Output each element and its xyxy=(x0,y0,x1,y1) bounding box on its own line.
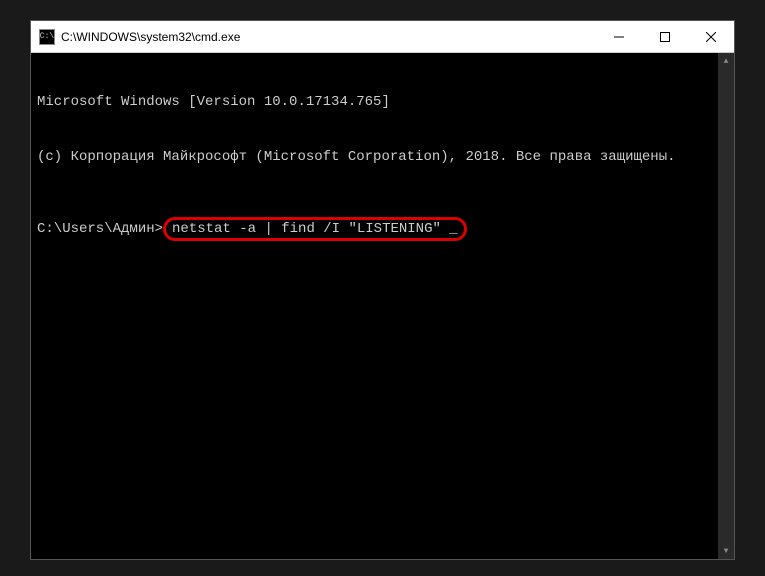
cmd-icon: C:\ xyxy=(39,29,55,45)
cmd-window: C:\ C:\WINDOWS\system32\cmd.exe Microsof… xyxy=(30,20,735,560)
window-title: C:\WINDOWS\system32\cmd.exe xyxy=(61,30,596,44)
version-line: Microsoft Windows [Version 10.0.17134.76… xyxy=(37,93,728,111)
terminal-area[interactable]: Microsoft Windows [Version 10.0.17134.76… xyxy=(31,53,734,559)
prompt-line: C:\Users\Админ>netstat -a | find /I "LIS… xyxy=(37,217,728,241)
maximize-button[interactable] xyxy=(642,21,688,52)
window-controls xyxy=(596,21,734,52)
scroll-up-arrow-icon[interactable]: ▲ xyxy=(718,53,734,69)
maximize-icon xyxy=(660,32,670,42)
vertical-scrollbar[interactable]: ▲ ▼ xyxy=(718,53,734,559)
prompt-text: C:\Users\Админ> xyxy=(37,220,163,238)
cmd-icon-text: C:\ xyxy=(40,33,54,41)
close-icon xyxy=(706,32,716,42)
minimize-button[interactable] xyxy=(596,21,642,52)
close-button[interactable] xyxy=(688,21,734,52)
scroll-down-arrow-icon[interactable]: ▼ xyxy=(718,543,734,559)
titlebar[interactable]: C:\ C:\WINDOWS\system32\cmd.exe xyxy=(31,21,734,53)
copyright-line: (c) Корпорация Майкрософт (Microsoft Cor… xyxy=(37,148,728,166)
command-highlight: netstat -a | find /I "LISTENING" _ xyxy=(163,217,467,241)
minimize-icon xyxy=(614,32,624,42)
